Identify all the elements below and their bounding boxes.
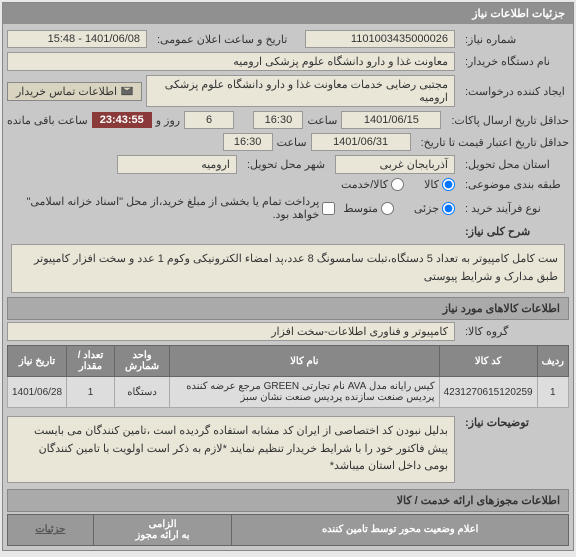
- radio-service[interactable]: کالا/خدمت: [341, 178, 404, 191]
- group-value: کامپیوتر و فناوری اطلاعات-سخت افزار: [7, 322, 455, 341]
- time-label-1: ساعت: [307, 114, 337, 127]
- pay-note-checkbox[interactable]: [322, 202, 335, 215]
- panel-header[interactable]: جزئیات اطلاعات نیاز: [3, 3, 573, 24]
- deadline-time: 16:30: [253, 111, 303, 129]
- cell-row: 1: [537, 377, 568, 408]
- category-label: طبقه بندی موضوعی:: [459, 178, 569, 191]
- pay-note-text: پرداخت تمام یا بخشی از مبلغ خرید،از محل …: [7, 195, 319, 221]
- pub-datetime-value: 1401/06/08 - 15:48: [7, 30, 147, 48]
- validity-time: 16:30: [223, 133, 273, 151]
- envelope-icon: [121, 85, 133, 97]
- notice-box: بدلیل نبودن کد اختصاصی از ایران کد مشابه…: [7, 416, 455, 483]
- cell-name: کیس رایانه مدل AVA نام تجارتی GREEN مرجع…: [170, 377, 439, 408]
- details-link[interactable]: جزئیات: [35, 524, 65, 535]
- requester-value: مجتبی رضایی خدمات معاونت غذا و دارو دانش…: [146, 75, 455, 107]
- pay-note-check[interactable]: پرداخت تمام یا بخشی از مبلغ خرید،از محل …: [7, 195, 335, 221]
- cell-unit: دستگاه: [114, 377, 169, 408]
- th-announce: اعلام وضعیت محور توسط تامین کننده: [232, 514, 569, 545]
- category-radio-group: کالا کالا/خدمت: [341, 178, 455, 191]
- radio-mid-input[interactable]: [381, 202, 394, 215]
- remaining-time: 23:43:55: [92, 112, 152, 128]
- summary-box: ست کامل کامپیوتر به تعداد 5 دستگاه،تبلت …: [11, 244, 565, 293]
- th-date: تاریخ نیاز: [8, 346, 67, 377]
- panel-body: شماره نیاز: 1101003435000026 تاریخ و ساع…: [3, 24, 573, 550]
- deadline-date: 1401/06/15: [341, 111, 441, 129]
- need-no-label: شماره نیاز:: [459, 33, 569, 46]
- contact-buyer-button[interactable]: اطلاعات تماس خریدار: [7, 82, 142, 101]
- remaining-label: ساعت باقی مانده: [7, 114, 88, 127]
- th-details: جزئیات: [8, 514, 94, 545]
- deadline-label: حداقل تاریخ ارسال پاکات:: [445, 114, 569, 127]
- province-label: استان محل تحویل:: [459, 158, 569, 171]
- panel-title: جزئیات اطلاعات نیاز: [472, 8, 565, 20]
- validity-label: حداقل تاریخ اعتبار قیمت تا تاریخ:: [415, 136, 569, 149]
- days-and-label: روز و: [156, 114, 180, 127]
- validity-date: 1401/06/31: [311, 133, 411, 151]
- radio-goods[interactable]: کالا: [424, 178, 455, 191]
- buyer-org-value: معاونت غذا و دارو دانشگاه علوم پزشکی ارو…: [7, 52, 455, 71]
- remaining-days: 6: [184, 111, 234, 129]
- cell-code: 4231270615120259: [439, 377, 537, 408]
- th-row: ردیف: [537, 346, 568, 377]
- process-label: نوع فرآیند خرید :: [459, 202, 569, 215]
- requester-label: ایجاد کننده درخواست:: [459, 85, 569, 98]
- process-radio-group: جزئی متوسط: [343, 202, 455, 215]
- radio-partial-input[interactable]: [442, 202, 455, 215]
- licenses-table: اعلام وضعیت محور توسط تامین کننده الزامی…: [7, 514, 569, 546]
- group-label: گروه کالا:: [459, 325, 569, 338]
- buyer-org-label: نام دستگاه خریدار:: [459, 55, 569, 68]
- radio-partial[interactable]: جزئی: [414, 202, 455, 215]
- contact-btn-label: اطلاعات تماس خریدار: [16, 85, 117, 98]
- province-value: آذربایجان غربی: [335, 155, 455, 174]
- licenses-section-title: اطلاعات مجوزهای ارائه خدمت / کالا: [7, 489, 569, 512]
- need-no-value: 1101003435000026: [305, 30, 455, 48]
- summary-label: شرح کلی نیاز:: [459, 225, 569, 238]
- need-details-panel: جزئیات اطلاعات نیاز شماره نیاز: 11010034…: [2, 2, 574, 551]
- radio-service-input[interactable]: [391, 178, 404, 191]
- cell-qty: 1: [67, 377, 115, 408]
- th-code: کد کالا: [439, 346, 537, 377]
- goods-table: ردیف کد کالا نام کالا واحد شمارش تعداد /…: [7, 345, 569, 408]
- th-mandatory: الزامی به ارائه مجوز: [93, 514, 232, 545]
- time-label-2: ساعت: [277, 136, 307, 149]
- city-value: ارومیه: [117, 155, 237, 174]
- th-unit: واحد شمارش: [114, 346, 169, 377]
- pub-datetime-label: تاریخ و ساعت اعلان عمومی:: [151, 33, 301, 46]
- goods-section-title: اطلاعات کالاهای مورد نیاز: [7, 297, 569, 320]
- city-label: شهر محل تحویل:: [241, 158, 331, 171]
- cell-date: 1401/06/28: [8, 377, 67, 408]
- radio-goods-input[interactable]: [442, 178, 455, 191]
- th-name: نام کالا: [170, 346, 439, 377]
- th-qty: تعداد / مقدار: [67, 346, 115, 377]
- notice-label: توضیحات نیاز:: [459, 416, 569, 429]
- radio-mid[interactable]: متوسط: [343, 202, 394, 215]
- table-row[interactable]: 1 4231270615120259 کیس رایانه مدل AVA نا…: [8, 377, 569, 408]
